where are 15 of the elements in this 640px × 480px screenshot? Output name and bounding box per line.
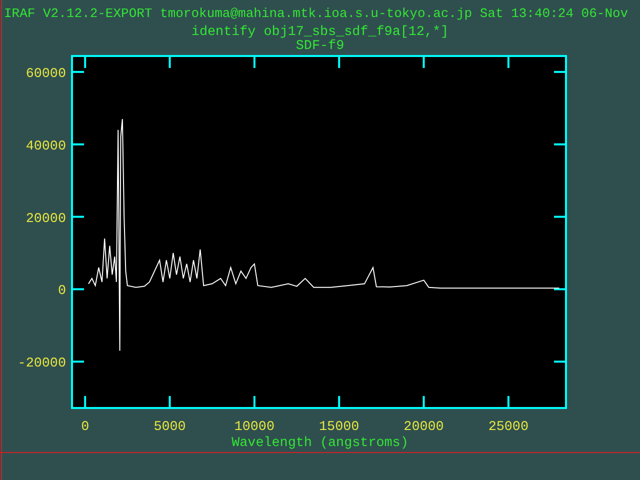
x-tick-label: 15000 [319,420,360,435]
command-text: identify obj17_sbs_sdf_f9a[12,*] [191,25,449,40]
x-tick-label: 20000 [404,420,444,435]
x-axis-label: Wavelength (angstroms) [232,436,408,451]
y-tick-label: 60000 [26,66,66,82]
window-title: IRAF V2.12.2-EXPORT tmorokuma@mahina.mtk.ioa.s.u-tokyo.ac.jp Sat 13:40:24 06-Nov [4,6,628,21]
y-tick-label: 0 [58,284,66,300]
x-tick-label: 5000 [154,420,186,435]
y-tick-label: 40000 [26,139,66,154]
x-tick-label: 25000 [488,420,529,435]
x-tick-label: 10000 [234,420,275,435]
chart-title: SDF-f9 [296,39,344,54]
y-tick-label: 20000 [26,212,66,227]
y-tick-label: -20000 [18,356,66,372]
x-tick-label: 0 [81,420,90,435]
